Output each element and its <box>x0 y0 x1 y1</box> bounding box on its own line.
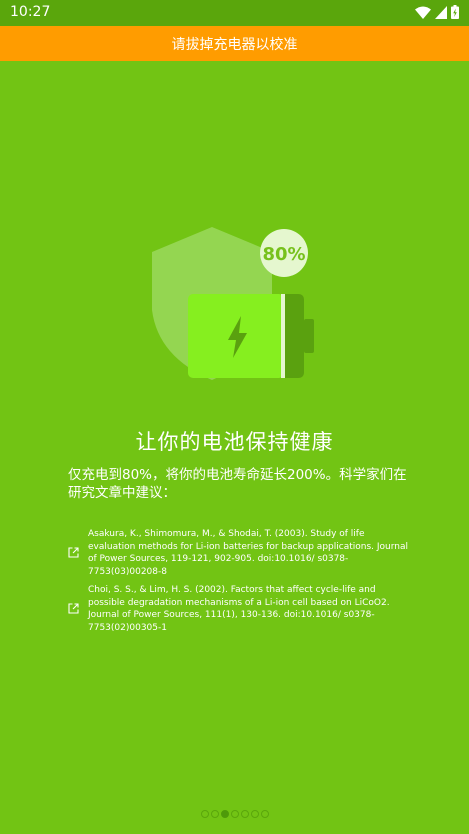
page-indicator[interactable] <box>0 809 469 819</box>
signal-icon <box>435 4 447 23</box>
page-dot[interactable] <box>200 810 209 818</box>
reference-text: Choi, S. S., & Lim, H. S. (2002). Factor… <box>88 585 390 633</box>
battery-illustration: 80% <box>150 222 320 382</box>
page-dot[interactable] <box>250 810 259 818</box>
external-link-icon <box>68 547 79 558</box>
reference-item[interactable]: Asakura, K., Shimomura, M., & Shodai, T.… <box>68 528 408 578</box>
percent-label: 80% <box>262 244 305 265</box>
wifi-icon <box>415 4 431 23</box>
page-title: 让你的电池保持健康 <box>135 430 334 454</box>
banner-text: 请拔掉充电器以校准 <box>171 36 298 53</box>
page-dot[interactable] <box>240 810 249 818</box>
page-description: 仅充电到80%，将你的电池寿命延长200%。科学家们在研究文章中建议： <box>68 467 407 501</box>
status-icons <box>415 4 459 23</box>
screen: 10:27 请拔掉充电器以校准 80% 让你的电池保持健康 仅充电到80%，将你… <box>0 0 469 834</box>
reference-text: Asakura, K., Shimomura, M., & Shodai, T.… <box>88 529 408 577</box>
page-dot[interactable] <box>210 810 219 818</box>
page-dot[interactable] <box>260 810 269 818</box>
battery-icon <box>188 294 314 378</box>
battery-charging-icon <box>451 4 459 23</box>
page-dot[interactable] <box>230 810 239 818</box>
page-dot-active[interactable] <box>220 810 229 818</box>
status-bar: 10:27 <box>0 0 469 26</box>
reference-list: Asakura, K., Shimomura, M., & Shodai, T.… <box>68 528 408 640</box>
status-time: 10:27 <box>10 4 51 20</box>
external-link-icon <box>68 603 79 614</box>
reference-item[interactable]: Choi, S. S., & Lim, H. S. (2002). Factor… <box>68 584 408 634</box>
calibration-banner[interactable]: 请拔掉充电器以校准 <box>0 26 469 61</box>
